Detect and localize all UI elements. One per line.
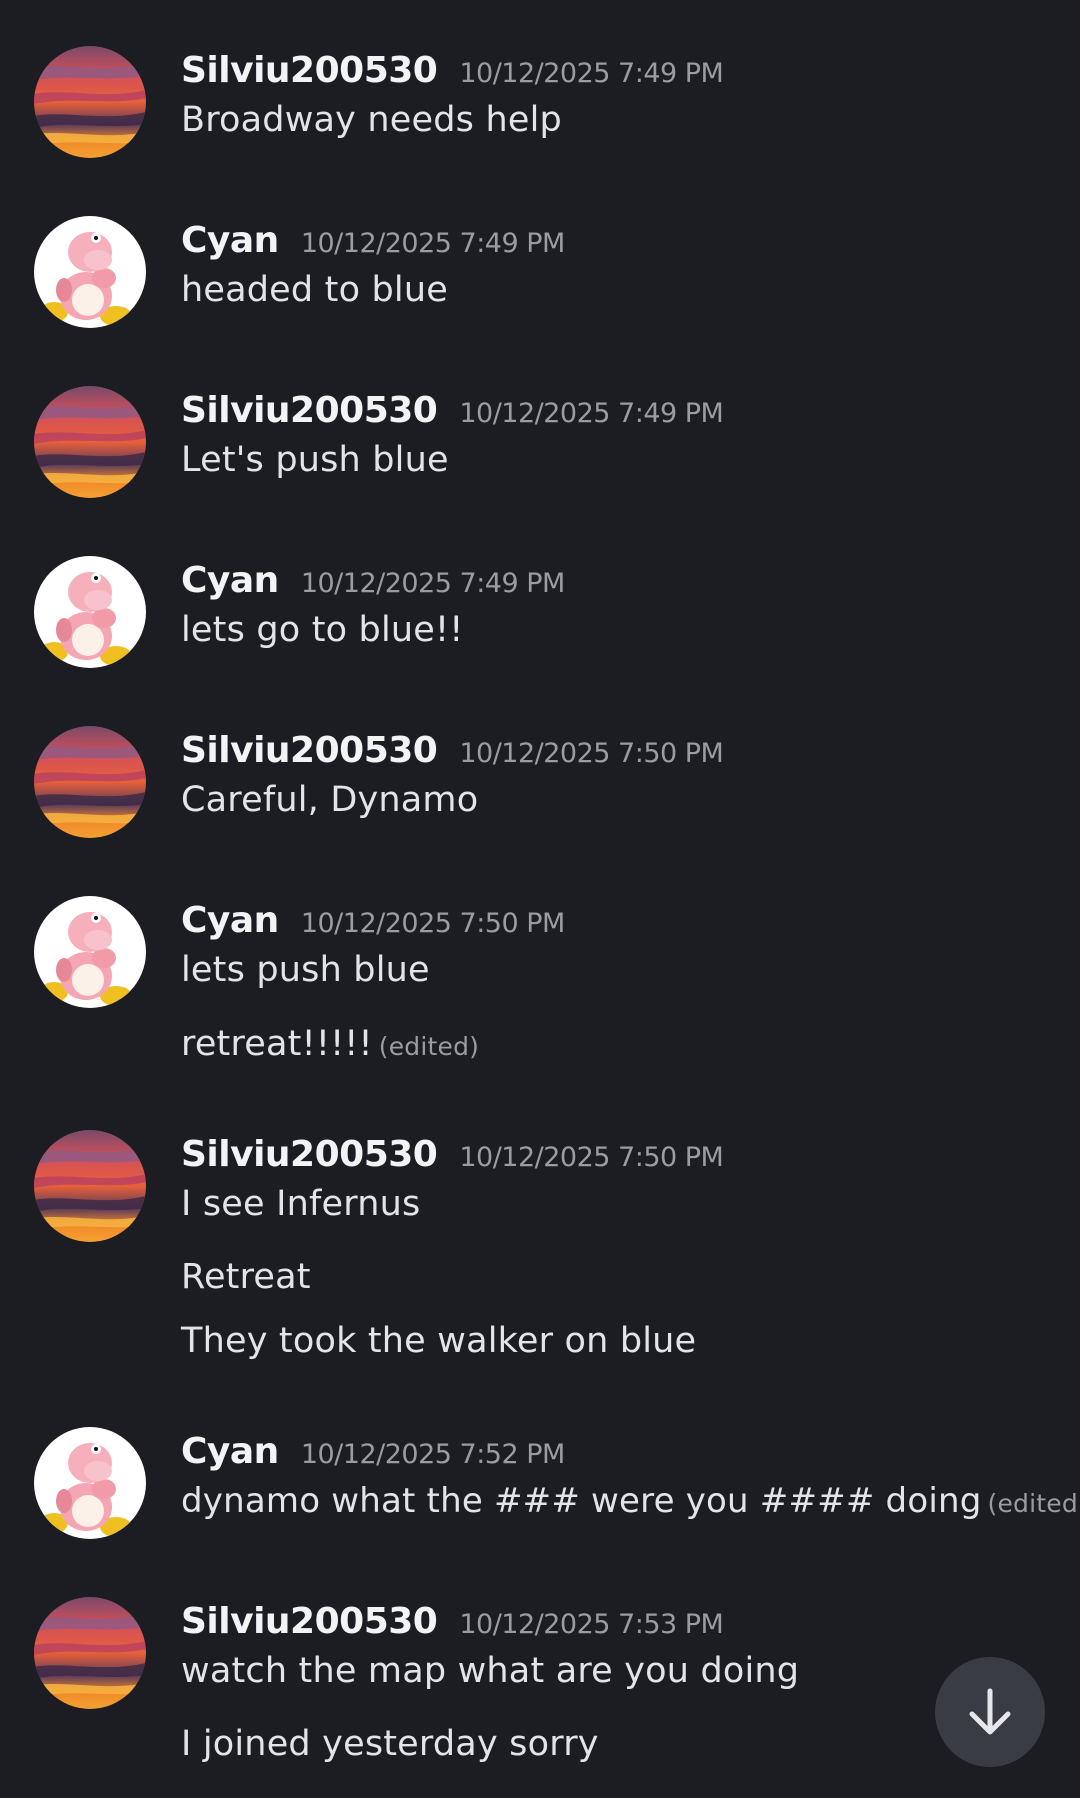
message-text: Let's push blue: [181, 440, 449, 480]
message-text: They took the walker on blue: [181, 1321, 697, 1361]
yoshi-plush-avatar-icon: [34, 1427, 146, 1539]
timestamp: 10/12/2025 7:50 PM: [459, 738, 724, 769]
message-text: headed to blue: [181, 270, 448, 310]
chat-message-list[interactable]: Silviu200530 10/12/2025 7:49 PM Broadway…: [0, 0, 1080, 1798]
message-header: Silviu200530 10/12/2025 7:53 PM: [181, 1601, 724, 1645]
username[interactable]: Cyan: [181, 900, 279, 941]
message-header: Silviu200530 10/12/2025 7:50 PM: [181, 1134, 724, 1178]
username[interactable]: Silviu200530: [181, 730, 438, 771]
yoshi-plush-avatar-icon: [34, 556, 146, 668]
user-avatar[interactable]: [34, 726, 146, 838]
timestamp: 10/12/2025 7:49 PM: [300, 568, 566, 599]
user-avatar[interactable]: [34, 386, 146, 498]
user-avatar[interactable]: [34, 46, 146, 158]
message-text: retreat!!!!! (edited): [181, 1024, 480, 1064]
timestamp: 10/12/2025 7:49 PM: [459, 398, 724, 429]
timestamp: 10/12/2025 7:50 PM: [300, 908, 566, 939]
sunset-avatar-icon: [34, 1130, 146, 1242]
sunset-avatar-icon: [34, 726, 146, 838]
username[interactable]: Silviu200530: [181, 50, 438, 91]
yoshi-plush-avatar-icon: [34, 896, 146, 1008]
message-header: Silviu200530 10/12/2025 7:49 PM: [181, 50, 724, 94]
message-header: Silviu200530 10/12/2025 7:49 PM: [181, 390, 724, 434]
username[interactable]: Cyan: [181, 560, 279, 601]
message-text: Retreat: [181, 1257, 311, 1297]
message-text: Broadway needs help: [181, 100, 562, 140]
timestamp: 10/12/2025 7:49 PM: [300, 228, 566, 259]
message-text: I joined yesterday sorry: [181, 1724, 599, 1764]
user-avatar[interactable]: [34, 1597, 146, 1709]
username[interactable]: Cyan: [181, 1431, 279, 1472]
user-avatar[interactable]: [34, 556, 146, 668]
message-text: lets go to blue!!: [181, 610, 464, 650]
sunset-avatar-icon: [34, 386, 146, 498]
message-header: Cyan 10/12/2025 7:49 PM: [181, 220, 565, 264]
edited-tag: (edited): [378, 1032, 480, 1061]
jump-to-bottom-button[interactable]: [935, 1657, 1045, 1767]
timestamp: 10/12/2025 7:50 PM: [459, 1142, 724, 1173]
user-avatar[interactable]: [34, 896, 146, 1008]
timestamp: 10/12/2025 7:49 PM: [459, 58, 724, 89]
user-avatar[interactable]: [34, 216, 146, 328]
message-header: Cyan 10/12/2025 7:50 PM: [181, 900, 565, 944]
username[interactable]: Silviu200530: [181, 1601, 438, 1642]
message-text: I see Infernus: [181, 1184, 421, 1224]
arrow-down-icon: [969, 1688, 1011, 1735]
username[interactable]: Cyan: [181, 220, 279, 261]
message-header: Cyan 10/12/2025 7:52 PM: [181, 1431, 565, 1475]
message-text: watch the map what are you doing: [181, 1651, 800, 1691]
username[interactable]: Silviu200530: [181, 390, 438, 431]
sunset-avatar-icon: [34, 46, 146, 158]
yoshi-plush-avatar-icon: [34, 216, 146, 328]
message-header: Cyan 10/12/2025 7:49 PM: [181, 560, 565, 604]
message-text: dynamo what the ### were you #### doing(…: [181, 1481, 1080, 1521]
timestamp: 10/12/2025 7:52 PM: [300, 1439, 566, 1470]
message-text: Careful, Dynamo: [181, 780, 479, 820]
timestamp: 10/12/2025 7:53 PM: [459, 1609, 724, 1640]
user-avatar[interactable]: [34, 1427, 146, 1539]
user-avatar[interactable]: [34, 1130, 146, 1242]
username[interactable]: Silviu200530: [181, 1134, 438, 1175]
sunset-avatar-icon: [34, 1597, 146, 1709]
edited-tag: (edited): [987, 1489, 1080, 1518]
message-text: lets push blue: [181, 950, 430, 990]
message-header: Silviu200530 10/12/2025 7:50 PM: [181, 730, 724, 774]
